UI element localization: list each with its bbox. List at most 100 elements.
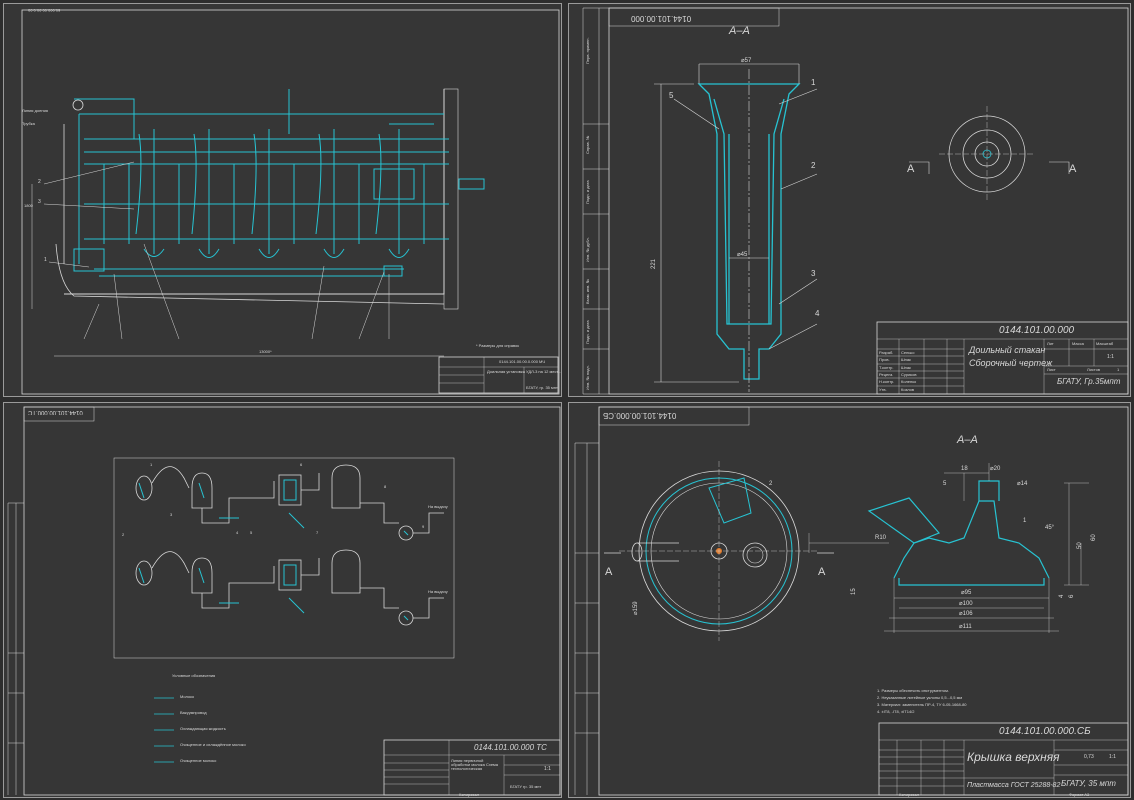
name-3: Шпак <box>901 365 911 370</box>
role-recenz: Реценз. <box>879 372 894 377</box>
callout-2: 2 <box>811 161 816 170</box>
legend-4: Очищенное и охлаждённое молоко <box>180 742 246 747</box>
callout-1: 1 <box>44 257 47 263</box>
sheet1-tb-sub: Доильная установка УДЛ-3 на 12 мест... <box>487 369 562 374</box>
dim-r10: R10 <box>875 535 887 541</box>
role-nkontr: Н.контр. <box>879 379 895 384</box>
installation-drawing <box>21 9 560 395</box>
sheet3-bottom: Копировал <box>459 792 480 797</box>
dim-d20: ⌀20 <box>990 466 1001 472</box>
role-prov: Пров. <box>879 357 890 362</box>
dim-5: 5 <box>943 481 947 487</box>
dim-top-57: ⌀57 <box>741 58 752 64</box>
role-utv: Утв. <box>879 387 887 392</box>
role-razrab: Разраб. <box>879 350 894 355</box>
sheet1-note: * Размеры для справок <box>476 343 520 348</box>
sch-label-5a: 5 <box>250 530 253 535</box>
sheet4-mark-left: А <box>605 566 613 578</box>
stamp-7: Инв. № подл. <box>585 365 590 390</box>
dim-d111: ⌀111 <box>959 624 972 630</box>
sheet4-tb-material: Пластмасса ГОСТ 25288-82 <box>967 782 1061 789</box>
note-1: 1. Размеры обеспечить инструментом. <box>877 688 949 693</box>
sheet4-mark-right: А <box>818 566 826 578</box>
legend-2: Вакуумпровод <box>180 710 207 715</box>
dim-d106: ⌀106 <box>959 611 973 617</box>
name-2: Шпак <box>901 357 911 362</box>
note-4: 4. ±IT8, -IT8, ±IT14/2 <box>877 709 915 714</box>
legend-title: Условные обозначения <box>172 673 216 678</box>
sheet3-tb-title: Линия первичной обработки молока Схема т… <box>451 758 499 771</box>
role-tkontr: Т.контр. <box>879 365 894 370</box>
stamp-6: Подп. и дата <box>585 320 590 344</box>
sheet2-tb-org: БГАТУ, Гр.35мпт <box>1057 377 1121 386</box>
sheet2-tb-title2: Сборочный чертеж <box>969 358 1053 368</box>
sheet4-code: 0144.101.00.000.СБ <box>603 411 677 420</box>
tb-scale: Масштаб <box>1096 341 1114 346</box>
sheet3-code: 0144.101.00.000.ТС <box>28 409 83 415</box>
dim-18: 18 <box>961 466 968 472</box>
sheet1-tb-code: 0144.101.00.00.0.000 МЧ <box>499 359 545 364</box>
dim-2: 2 <box>769 481 773 487</box>
sheet3-tb-code: 0144.101.00.000 ТС <box>474 743 547 752</box>
sheet-upper-cover: 0144.101.00.000.СБ А–А А А ⌀20 ⌀14 18 5 … <box>568 402 1131 798</box>
name-5: Коленко <box>901 379 917 384</box>
dim-4: 4 <box>1059 594 1065 598</box>
callout-3: 3 <box>38 199 41 205</box>
stamp-5: Взам. инв. № <box>585 279 590 304</box>
sheet2-tb-title1: Доильный стакан <box>969 345 1046 355</box>
sheet4-tb-title: Крышка верхняя <box>967 750 1060 764</box>
callout-2: 2 <box>38 179 41 185</box>
sheet2-section: А–А <box>729 25 750 37</box>
sheet1-dim-left: 1800 <box>24 203 33 208</box>
dim-mid-45: ⌀45 <box>737 252 748 258</box>
stamp-2: Справ. № <box>585 135 590 154</box>
tb-scale-val: 1:1 <box>1107 354 1114 360</box>
dim-45deg: 45° <box>1045 525 1055 531</box>
sch-label-6a: 6 <box>300 462 303 467</box>
sheet4-tb-org: БГАТУ, 35 мпт <box>1061 779 1116 788</box>
sch-label-9a: 9 <box>422 524 425 529</box>
name-1: Сенько <box>901 350 915 355</box>
sheet1-dim-bottom: 13000* <box>259 349 272 354</box>
sheet1-label-a: Линия доения <box>22 108 48 113</box>
name-6: Козлов <box>901 387 915 392</box>
tb-lists: Листов <box>1087 367 1100 372</box>
dim-60: 60 <box>1091 534 1097 541</box>
dim-d100: ⌀100 <box>959 601 973 607</box>
sheet-milking-installation: 50.000.00.00.0.00 Линия доения Трубка 2 … <box>3 3 562 397</box>
note-2: 2. Неуказанные литейные уклоны 0,5...0,5… <box>877 695 963 700</box>
process-scheme-drawing <box>7 406 561 796</box>
legend-3: Охлаждающая жидкость <box>180 726 226 731</box>
dim-d14: ⌀14 <box>1017 481 1028 487</box>
dim-d95: ⌀95 <box>961 590 972 596</box>
sheet3-tb-org: БГАТУ гр. 35 мпт <box>510 784 542 789</box>
sheet3-tb-scale: 1:1 <box>544 766 551 772</box>
legend-5: Очищенное молоко <box>180 758 217 763</box>
callout-4: 4 <box>815 309 820 318</box>
legend-1: Молоко <box>180 694 195 699</box>
stamp-3: Подп. и дата <box>585 180 590 204</box>
sheet4-bottom: Копировал <box>899 792 920 797</box>
sch-label-7a: 7 <box>316 530 319 535</box>
sch-label-4a: 4 <box>236 530 239 535</box>
sheet4-tb-mass: 0,73 <box>1084 754 1094 760</box>
tb-list: Лист <box>1047 367 1056 372</box>
sheet-process-scheme: 0144.101.00.000.ТС 1 2 3 4 5 6 7 8 9 На … <box>3 402 562 798</box>
callout-5: 5 <box>669 91 674 100</box>
sheet-milking-cup: 0144.101.00.000 А–А ⌀57 ⌀45 221 5 1 2 3 … <box>568 3 1131 397</box>
callout-3: 3 <box>811 269 816 278</box>
milking-cup-drawing <box>582 7 1129 395</box>
sch-label-8a: 8 <box>384 484 387 489</box>
note-3: 3. Материал: заменитель ПР-4, ТУ 6-05-16… <box>877 702 967 707</box>
stamp-1: Перв. примен. <box>585 37 590 64</box>
name-4: Суриков <box>901 372 917 377</box>
dim-d159: ⌀159 <box>633 601 639 615</box>
sch-label-2a: 2 <box>122 532 125 537</box>
sch-outlet-b: На выдачу <box>428 589 448 594</box>
dim-15: 15 <box>851 588 857 595</box>
tb-lists-val: 1 <box>1117 367 1120 372</box>
dim-50: 50 <box>1077 542 1083 549</box>
sch-label-3a: 3 <box>170 512 173 517</box>
tb-lit: Лит <box>1047 341 1054 346</box>
callout-1: 1 <box>811 78 816 87</box>
